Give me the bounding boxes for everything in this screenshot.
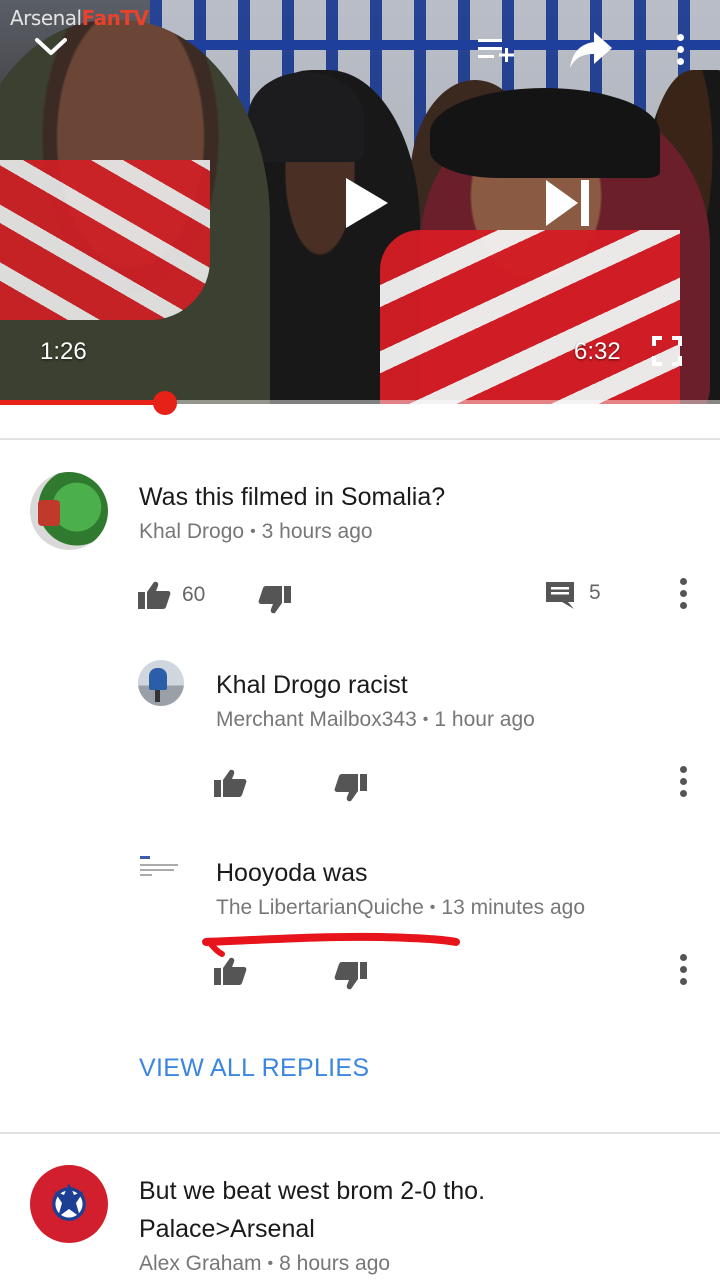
divider [0,438,720,440]
comment-time: 8 hours ago [279,1252,391,1275]
watermark-part-2: FanTV [81,6,149,30]
reply-meta: The LibertarianQuiche • 13 minutes ago [216,896,586,919]
comment-text: Palace>Arsenal [139,1215,315,1243]
avatar-tweet-line [140,869,174,871]
thumbs-down-icon[interactable] [334,773,368,803]
reply-count: 5 [589,581,601,604]
video-person-cap [430,88,660,178]
like-count: 60 [182,583,206,606]
video-player[interactable]: ArsenalFanTV 1:26 6:32 [0,0,720,404]
chevron-down-icon[interactable] [34,36,68,58]
reply-time: 13 minutes ago [441,896,586,919]
view-all-replies-link[interactable]: VIEW ALL REPLIES [139,1054,369,1083]
fullscreen-icon[interactable] [652,336,682,366]
thumbs-down-icon[interactable] [258,585,292,615]
channel-watermark: ArsenalFanTV [10,6,149,30]
video-person-scarf [0,160,210,320]
watermark-part-1: Arsenal [10,6,82,30]
divider [0,1132,720,1134]
reply-text: Khal Drogo racist [216,671,408,699]
duration: 6:32 [574,338,621,365]
comment-text: Was this filmed in Somalia? [139,483,446,511]
thumbs-down-icon[interactable] [334,961,368,991]
reply-meta: Merchant Mailbox343 • 1 hour ago [216,708,535,731]
thumbs-up-icon[interactable] [213,768,247,798]
avatar[interactable] [30,472,108,550]
comment-author[interactable]: Khal Drogo [139,520,244,543]
video-person-scarf [380,230,680,404]
play-icon[interactable] [342,176,390,230]
comment-text: But we beat west brom 2-0 tho. [139,1177,486,1205]
progress-bar[interactable] [0,400,720,405]
reply-comment-icon[interactable] [544,580,576,610]
reply-author[interactable]: Merchant Mailbox343 [216,708,417,731]
eagle-crest-icon [54,1183,84,1217]
video-background-fence-rail [150,40,720,50]
reply-time: 1 hour ago [434,708,535,731]
thumbs-up-icon[interactable] [137,580,171,610]
thumbs-up-icon[interactable] [213,956,247,986]
more-vertical-icon[interactable] [678,954,688,988]
comment-meta: Khal Drogo • 3 hours ago [139,520,373,543]
comment-author[interactable]: Alex Graham [139,1252,262,1275]
avatar[interactable] [30,1165,108,1243]
avatar-tweet-line [140,864,178,866]
reply-text: Hooyoda was [216,859,368,887]
current-time: 1:26 [40,338,87,365]
progress-scrubber-handle[interactable] [152,391,177,415]
video-person-hat [248,72,364,162]
reply-author[interactable]: The LibertarianQuiche [216,896,424,919]
more-vertical-icon[interactable] [678,578,688,612]
avatar-mailbox-post [155,690,160,702]
skip-next-icon[interactable] [544,178,592,228]
avatar-tweet-mark [140,856,150,859]
comment-time: 3 hours ago [261,520,373,543]
progress-bar-played [0,400,165,405]
avatar[interactable] [138,660,184,706]
more-vertical-icon[interactable] [678,766,688,800]
comment-meta: Alex Graham • 8 hours ago [139,1252,391,1275]
avatar[interactable] [138,850,184,896]
avatar-mailbox [149,668,167,690]
avatar-cup [38,500,60,526]
avatar-tweet-line [140,874,152,876]
share-icon[interactable] [568,30,614,70]
red-underline-annotation [202,932,460,957]
add-to-playlist-icon[interactable] [476,36,518,64]
more-vertical-icon[interactable] [675,34,685,68]
